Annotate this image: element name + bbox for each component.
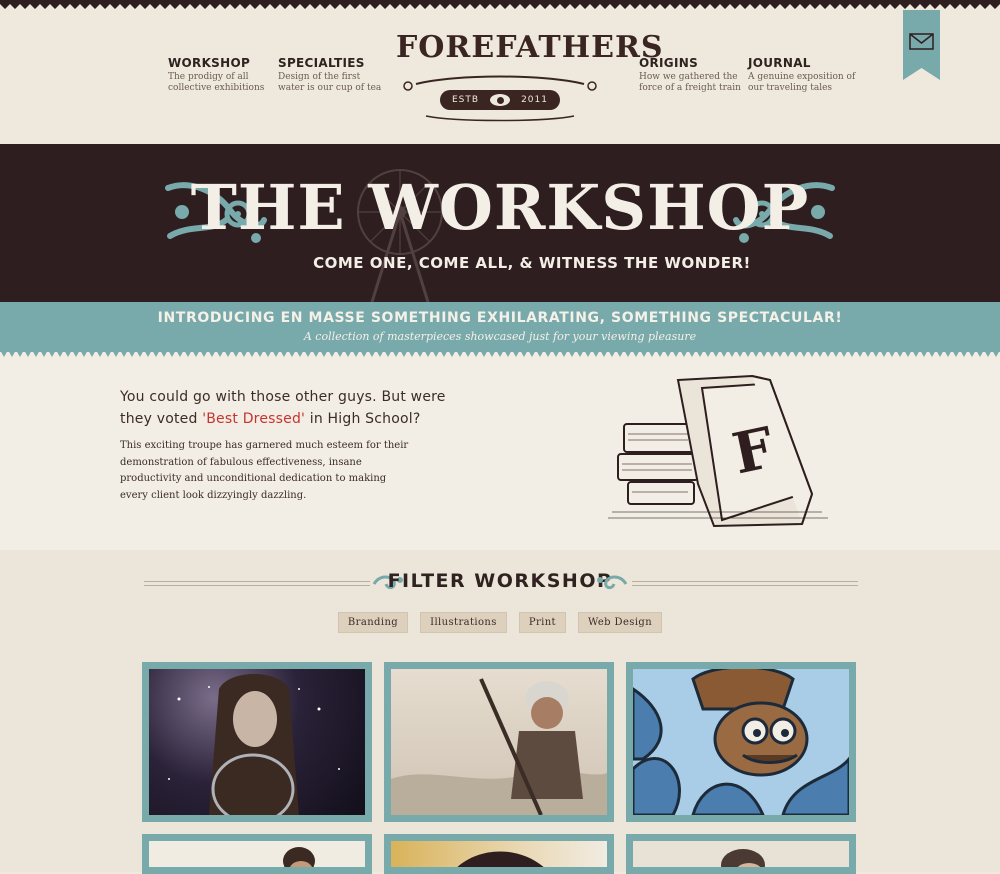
intro-heading: You could go with those other guys. But … xyxy=(120,386,450,430)
logo-year: 2011 xyxy=(521,95,548,105)
logo-estb-badge: ESTB 2011 xyxy=(440,90,560,110)
intro-band: INTRODUCING EN MASSE SOMETHING EXHILARAT… xyxy=(0,302,1000,352)
portfolio-image xyxy=(391,669,607,815)
portfolio-item-man-portrait[interactable] xyxy=(142,834,372,874)
portfolio-image xyxy=(391,841,607,867)
woman-portrait-figure xyxy=(721,849,765,867)
portfolio-item-space-portrait[interactable] xyxy=(142,662,372,822)
site-logo[interactable]: FOREFATHERS ESTB 2011 xyxy=(396,26,664,126)
filter-illustrations-button[interactable]: Illustrations xyxy=(420,612,507,633)
logo-estb-label: ESTB xyxy=(452,95,480,105)
portfolio-image xyxy=(149,841,365,867)
hero-title: THE WORKSHOP xyxy=(190,171,810,244)
logo-wordmark: FOREFATHERS xyxy=(396,30,664,65)
filter-web-design-button[interactable]: Web Design xyxy=(577,612,663,633)
filter-branding-button[interactable]: Branding xyxy=(337,612,409,633)
portfolio-image xyxy=(149,669,365,815)
nav-workshop-title[interactable]: WORKSHOP xyxy=(168,56,278,70)
books-illustration: F xyxy=(608,374,828,528)
band-zigzag-border xyxy=(0,350,1000,357)
filter-print-button[interactable]: Print xyxy=(518,612,566,633)
nav-origins-title[interactable]: ORIGINS xyxy=(639,56,749,70)
nav-specialties[interactable]: SPECIALTIES Design of the first water is… xyxy=(278,56,388,94)
header-zigzag-border xyxy=(0,0,1000,9)
nav-workshop-desc: The prodigy of all collective exhibition… xyxy=(168,72,265,93)
nav-specialties-desc: Design of the first water is our cup of … xyxy=(278,72,382,93)
hero-banner: THE WORKSHOP COME ONE, COME ALL, & WITNE… xyxy=(0,144,1000,302)
filter-section: FILTER WORKSHOP Branding Illustrations P… xyxy=(0,550,1000,874)
nav-workshop[interactable]: WORKSHOP The prodigy of all collective e… xyxy=(168,56,278,94)
portrait-figure xyxy=(168,674,340,815)
nav-journal-desc: A genuine exposition of our traveling ta… xyxy=(748,72,856,93)
intro-heading-post: in High School? xyxy=(305,411,421,427)
right-swirl-icon xyxy=(597,575,628,590)
man-portrait-figure xyxy=(283,847,315,867)
intro-section: You could go with those other guys. But … xyxy=(0,352,1000,550)
octopus-figure xyxy=(633,669,849,815)
nav-specialties-title[interactable]: SPECIALTIES xyxy=(278,56,388,70)
nav-journal[interactable]: JOURNAL A genuine exposition of our trav… xyxy=(748,56,858,94)
nav-journal-title[interactable]: JOURNAL xyxy=(748,56,858,70)
hero-subtitle: COME ONE, COME ALL, & WITNESS THE WONDER… xyxy=(313,254,751,272)
intro-heading-highlight: 'Best Dressed' xyxy=(202,411,306,427)
band-title: INTRODUCING EN MASSE SOMETHING EXHILARAT… xyxy=(157,310,843,326)
filter-title: FILTER WORKSHOP xyxy=(387,570,613,592)
portfolio-image xyxy=(633,841,849,867)
portfolio-item-kayaker[interactable] xyxy=(384,662,614,822)
intro-body: This exciting troupe has garnered much e… xyxy=(120,440,409,501)
band-subtitle: A collection of masterpieces showcased j… xyxy=(303,330,697,343)
nav-origins-desc: How we gathered the force of a freight t… xyxy=(639,72,741,93)
portfolio-image xyxy=(633,669,849,815)
filter-buttons: Branding Illustrations Print Web Design xyxy=(0,612,1000,633)
feather-figure xyxy=(457,851,544,867)
site-header: WORKSHOP The prodigy of all collective e… xyxy=(0,0,1000,144)
contact-ribbon[interactable] xyxy=(903,10,940,80)
portfolio-item-woman-portrait[interactable] xyxy=(626,834,856,874)
nav-origins[interactable]: ORIGINS How we gathered the force of a f… xyxy=(639,56,749,94)
portfolio-item-octopus[interactable] xyxy=(626,662,856,822)
kayaker-figure xyxy=(391,678,607,815)
portfolio-item-feather[interactable] xyxy=(384,834,614,874)
eye-icon xyxy=(490,94,511,106)
